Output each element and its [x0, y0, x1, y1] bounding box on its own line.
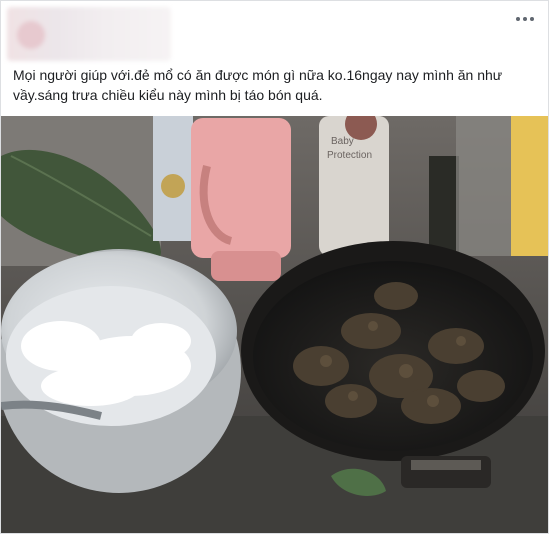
post-header [1, 1, 548, 63]
facebook-post: Mọi người giúp với.đẻ mổ có ăn được món … [0, 0, 549, 534]
more-options-button[interactable] [510, 7, 540, 31]
bottle-label-1: Baby [331, 136, 354, 147]
bottle-label-2: Protection [327, 150, 372, 161]
avatar [17, 21, 45, 49]
more-dot [530, 17, 534, 21]
post-photo[interactable]: Baby Protection [1, 116, 548, 533]
more-horizontal-icon [516, 17, 520, 21]
food-photo: Baby Protection [1, 116, 548, 533]
blurred-author-info [7, 7, 171, 61]
more-dot [523, 17, 527, 21]
post-text: Mọi người giúp với.đẻ mổ có ăn được món … [13, 67, 503, 103]
